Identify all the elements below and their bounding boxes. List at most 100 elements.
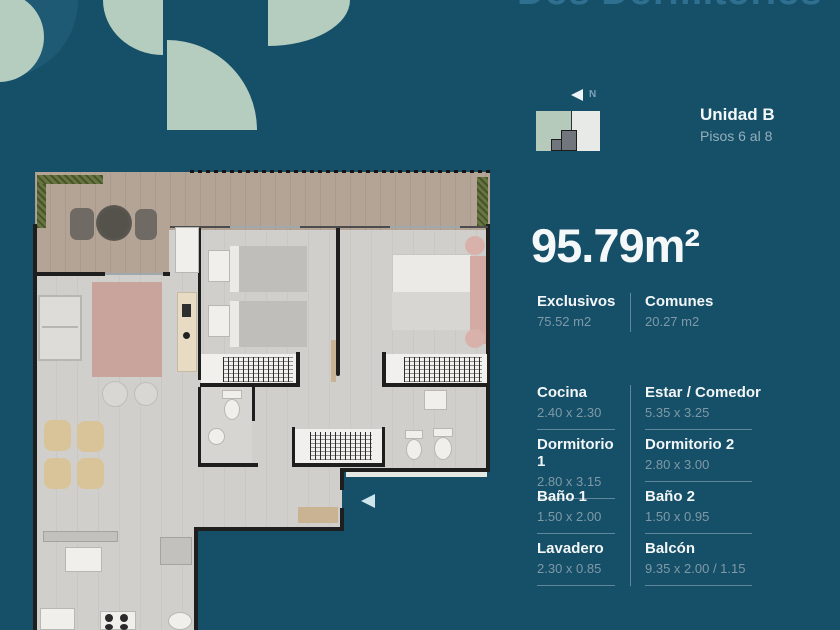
wardrobe1-clothes	[223, 357, 293, 382]
closet-bottom-wall	[292, 463, 385, 467]
room-label: Dormitorio 1	[537, 436, 614, 470]
total-area: 95.79m²	[531, 219, 700, 272]
bath1-stub-wall	[252, 387, 255, 421]
room-dims: 5.35 x 3.25	[645, 405, 710, 420]
bidet-bowl	[434, 437, 452, 460]
room-label: Balcón	[645, 540, 696, 557]
wall-lavadero-right	[194, 527, 198, 630]
burner-3	[105, 624, 113, 630]
hall-closet-clothes	[310, 432, 372, 460]
rug	[92, 282, 162, 377]
burner-2	[120, 614, 128, 622]
unit-locator-icon	[536, 111, 600, 151]
room-rule	[537, 585, 615, 586]
room-dims: 2.30 x 0.85	[537, 561, 602, 576]
room-bano2: Baño 2 1.50 x 0.95	[645, 488, 775, 540]
decor-quarter-circle-2	[167, 40, 257, 130]
room-bano1: Baño 1 1.50 x 2.00	[537, 488, 622, 540]
north-arrow-icon	[571, 89, 583, 101]
wall-balcony-ext-stub	[163, 272, 170, 276]
area-comunes: Comunes 20.27 m2	[645, 293, 745, 329]
north-label: N	[589, 89, 597, 100]
washing-machine	[160, 537, 192, 565]
area-divider	[630, 293, 631, 332]
bed2-pillow	[208, 305, 230, 337]
room-dims: 2.80 x 3.00	[645, 457, 710, 472]
bath1-bottom-wall	[198, 463, 258, 467]
unit-header: Unidad B Pisos 6 al 8	[700, 105, 775, 144]
area-exclusivos: Exclusivos 75.52 m2	[537, 293, 625, 329]
dining-chair-2	[77, 421, 104, 452]
bidet-tank	[433, 428, 453, 437]
wall-entry-upper	[340, 468, 344, 490]
room-dims: 2.40 x 2.30	[537, 405, 602, 420]
wall-corridor	[336, 226, 340, 376]
nightstand-bottom	[465, 329, 485, 348]
bedroom1-door-leaf	[331, 340, 336, 382]
bed2-mattress	[230, 301, 307, 347]
balcony-dashed-edge	[190, 170, 490, 173]
entry-arrow-icon	[361, 494, 375, 508]
pouf-1	[102, 381, 128, 407]
rooms-col-right: Estar / Comedor 5.35 x 3.25 Dormitorio 2…	[645, 384, 775, 592]
wall-balcony-ext	[33, 272, 105, 276]
dining-chair-1	[44, 420, 71, 451]
area-exclusivos-label: Exclusivos	[537, 293, 616, 310]
room-label: Dormitorio 2	[645, 436, 735, 453]
room-dims: 1.50 x 0.95	[645, 509, 710, 524]
area-comunes-label: Comunes	[645, 293, 714, 310]
room-estar-comedor: Estar / Comedor 5.35 x 3.25	[645, 384, 775, 436]
burner-1	[105, 614, 113, 622]
sofa-cushion-line	[42, 326, 78, 328]
area-exclusivos-value: 75.52 m2	[537, 314, 592, 329]
sill-bottom-right	[346, 472, 487, 477]
balcony-table	[96, 205, 132, 241]
wall-bottom-mid	[194, 527, 344, 531]
room-rule	[645, 533, 752, 534]
planter-right	[477, 177, 488, 226]
rooms-col-left: Cocina 2.40 x 2.30 Dormitorio 1 2.80 x 3…	[537, 384, 622, 592]
wall-right	[486, 224, 490, 472]
window-glass-2	[390, 226, 460, 228]
bath2-sink	[424, 390, 447, 410]
kitchen-counter-top	[175, 227, 199, 273]
room-lavadero: Lavadero 2.30 x 0.85	[537, 540, 622, 592]
fridge	[40, 608, 75, 630]
window-glass-1	[230, 226, 300, 228]
sofa	[38, 295, 82, 361]
balcony-chair-right	[135, 209, 157, 240]
unit-floors: Pisos 6 al 8	[700, 128, 773, 144]
room-rule	[537, 429, 615, 430]
kitchen-shelf	[43, 531, 118, 542]
toilet1-bowl	[224, 399, 240, 420]
flyer-canvas: { "title": { "text": "Dos Dormitorios" }…	[0, 0, 840, 630]
room-rule	[645, 481, 752, 482]
wardrobe1-right-wall	[296, 352, 300, 386]
decor-quarter-circle-1	[103, 0, 163, 55]
wall-left	[33, 224, 37, 630]
room-label: Baño 1	[537, 488, 588, 505]
room-label: Baño 2	[645, 488, 696, 505]
island-hob	[182, 304, 191, 317]
nightstand-top	[465, 236, 485, 255]
wardrobe2-bottom-wall	[382, 383, 488, 387]
room-rule	[645, 585, 752, 586]
wardrobe2-clothes	[404, 357, 482, 382]
room-dims: 2.80 x 3.15	[537, 474, 602, 489]
kitchen-table	[65, 547, 102, 572]
room-rule	[645, 429, 752, 430]
floor-plan	[30, 168, 508, 630]
dining-chair-3	[44, 458, 71, 489]
toilet2-tank	[405, 430, 423, 439]
wardrobe2-left-wall	[382, 352, 386, 386]
bed-double-blanket	[392, 292, 472, 330]
area-comunes-value: 20.27 m2	[645, 314, 700, 329]
entry-console	[298, 507, 338, 523]
room-dormitorio1: Dormitorio 1 2.80 x 3.15	[537, 436, 622, 499]
laundry-basin	[168, 612, 192, 630]
page-title: Dos Dormitorios	[517, 0, 822, 14]
bed1-mattress	[230, 246, 307, 292]
planter-top	[37, 175, 103, 184]
decor-quarter-circle-3	[268, 0, 350, 46]
room-label: Estar / Comedor	[645, 384, 761, 401]
